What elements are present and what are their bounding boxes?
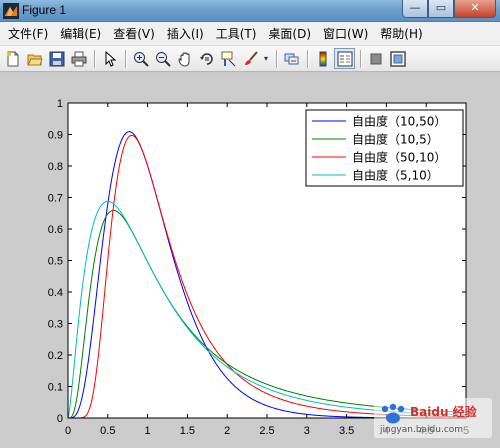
f-distribution-plot[interactable]: 00.511.522.533.544.5500.10.20.30.40.50.6… [0, 73, 500, 448]
print-button[interactable] [68, 48, 89, 69]
legend-label-1: 自由度（10,5） [352, 132, 439, 147]
save-button[interactable] [46, 48, 67, 69]
edit-plot-icon [105, 50, 116, 67]
menu-insert[interactable]: 插入(I) [161, 23, 210, 45]
zoom-out-button[interactable] [152, 48, 173, 69]
figure-canvas[interactable]: 00.511.522.533.544.5500.10.20.30.40.50.6… [0, 73, 500, 448]
menu-help[interactable]: 帮助(H) [374, 23, 428, 45]
brush-dropdown-arrow[interactable]: ▾ [262, 54, 270, 63]
legend-label-0: 自由度（10,50） [352, 114, 446, 129]
x-tick-label: 3.5 [339, 425, 354, 437]
new-figure-icon [6, 51, 18, 66]
pan-button[interactable] [174, 48, 195, 69]
menu-window[interactable]: 窗口(W) [317, 23, 374, 45]
figure-toolbar: ▾ [0, 46, 500, 72]
menu-tools[interactable]: 工具(T) [210, 23, 263, 45]
toolbar-separator [360, 49, 361, 68]
x-tick-label: 2.5 [259, 425, 274, 437]
y-tick-label: 0.6 [48, 224, 63, 236]
y-tick-label: 0.7 [48, 193, 63, 205]
link-plot-button[interactable] [281, 48, 302, 69]
y-tick-label: 0 [57, 413, 63, 425]
y-tick-label: 0.3 [48, 319, 63, 331]
edit-plot-button[interactable] [99, 48, 120, 69]
x-tick-label: 2 [224, 425, 230, 437]
open-file-icon [26, 54, 43, 65]
link-plot-icon [284, 53, 298, 64]
save-icon [49, 51, 64, 66]
legend-label-3: 自由度（5,10） [352, 168, 439, 183]
y-tick-label: 1 [57, 98, 63, 110]
toolbar-separator [94, 49, 95, 68]
data-cursor-icon [221, 51, 235, 66]
minimize-button[interactable]: — [402, 0, 428, 18]
open-file-button[interactable] [24, 48, 45, 69]
toolbar-separator [276, 49, 277, 68]
matlab-logo-icon [3, 3, 19, 19]
watermark-text: Baidu 经验 [410, 404, 478, 419]
y-tick-label: 0.9 [48, 130, 63, 142]
x-tick-label: 3 [304, 425, 310, 437]
watermark-subtext: jingyan.baidu.com [379, 425, 463, 435]
rotate-3d-icon [199, 52, 213, 65]
x-tick-label: 1 [145, 425, 151, 437]
print-icon [71, 51, 86, 66]
y-tick-label: 0.4 [48, 287, 63, 299]
hide-plot-tools-button[interactable] [365, 48, 386, 69]
colorbar-icon [319, 51, 326, 66]
toolbar-separator [307, 49, 308, 68]
zoom-in-button[interactable] [130, 48, 151, 69]
x-tick-label: 0 [65, 425, 71, 437]
legend-icon [337, 51, 352, 66]
zoom-out-icon [155, 51, 171, 67]
hide-plot-tools-icon [370, 53, 381, 64]
x-tick-label: 1.5 [180, 425, 195, 437]
maximize-button[interactable]: ▭ [428, 0, 454, 18]
menu-bar: 文件(F) 编辑(E) 查看(V) 插入(I) 工具(T) 桌面(D) 窗口(W… [0, 22, 500, 46]
new-figure-button[interactable] [2, 48, 23, 69]
brush-button[interactable] [240, 48, 261, 69]
show-plot-tools-button[interactable] [387, 48, 408, 69]
x-tick-label: 0.5 [100, 425, 115, 437]
window-title: Figure 1 [22, 3, 67, 17]
close-button[interactable]: ✕ [454, 0, 496, 18]
menu-edit[interactable]: 编辑(E) [54, 23, 107, 45]
menu-file[interactable]: 文件(F) [2, 23, 54, 45]
rotate-3d-button[interactable] [196, 48, 217, 69]
pan-icon [177, 51, 189, 67]
menu-desktop[interactable]: 桌面(D) [262, 23, 317, 45]
data-cursor-button[interactable] [218, 48, 239, 69]
zoom-in-icon [133, 51, 149, 67]
brush-icon [244, 50, 258, 65]
toolbar-separator [125, 49, 126, 68]
show-plot-tools-icon [389, 50, 406, 67]
y-tick-label: 0.2 [48, 350, 63, 362]
y-tick-label: 0.5 [48, 256, 63, 268]
baidu-watermark: Baidu 经验 jingyan.baidu.com [374, 398, 492, 438]
y-tick-label: 0.8 [48, 161, 63, 173]
y-tick-label: 0.1 [48, 382, 63, 394]
legend-button[interactable] [334, 48, 355, 69]
window-title-bar[interactable]: Figure 1 — ▭ ✕ [0, 0, 500, 22]
legend-label-2: 自由度（50,10） [352, 150, 446, 165]
menu-view[interactable]: 查看(V) [107, 23, 161, 45]
colorbar-button[interactable] [312, 48, 333, 69]
